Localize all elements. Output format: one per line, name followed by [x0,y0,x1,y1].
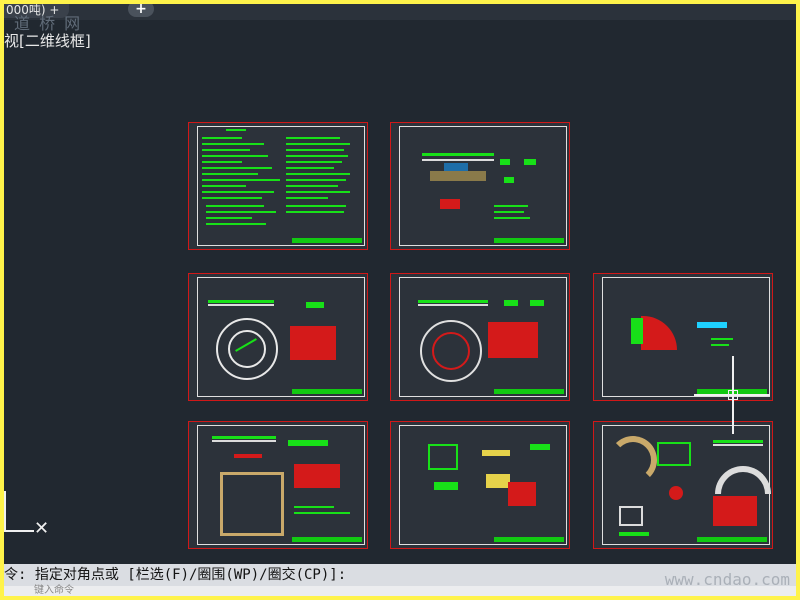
drawing-sheet[interactable] [390,273,570,401]
drawing-sheet[interactable] [188,122,368,250]
arch-section [715,466,771,494]
sheet-paper [197,126,365,246]
drawing-sheet[interactable] [188,273,368,401]
arc-plan [609,436,657,484]
command-prompt: 令: 指定对角点或 [栏选(F)/圈围(WP)/圈交(CP)]: [4,567,347,583]
new-tab-button[interactable]: + [128,4,154,17]
octagon-plan [220,472,284,536]
sheet-paper [602,425,771,545]
watermark-bottom: www.cndao.com [664,570,790,589]
drawing-sheet[interactable] [390,122,570,250]
sheet-paper [197,425,365,545]
drawing-area[interactable]: ✕ [4,48,796,564]
sheet-paper [399,277,567,397]
drawing-sheet[interactable] [593,273,773,401]
sheet-paper [399,425,567,545]
drawing-sheet[interactable] [593,421,773,549]
sheet-paper [602,277,770,397]
drawing-sheet[interactable] [390,421,570,549]
command-input-hint: 键入命令 [34,585,74,596]
plus-icon: + [135,4,147,17]
drawing-sheet[interactable] [188,421,368,549]
sheet-paper [197,277,365,397]
sheet-paper [399,126,567,246]
cad-window: 000吨) + + 道 桥 网 视[二维线框] ✕ 令: 指定对角点或 [栏选(… [4,4,796,596]
document-tab-strip: 000吨) + + [4,4,796,20]
